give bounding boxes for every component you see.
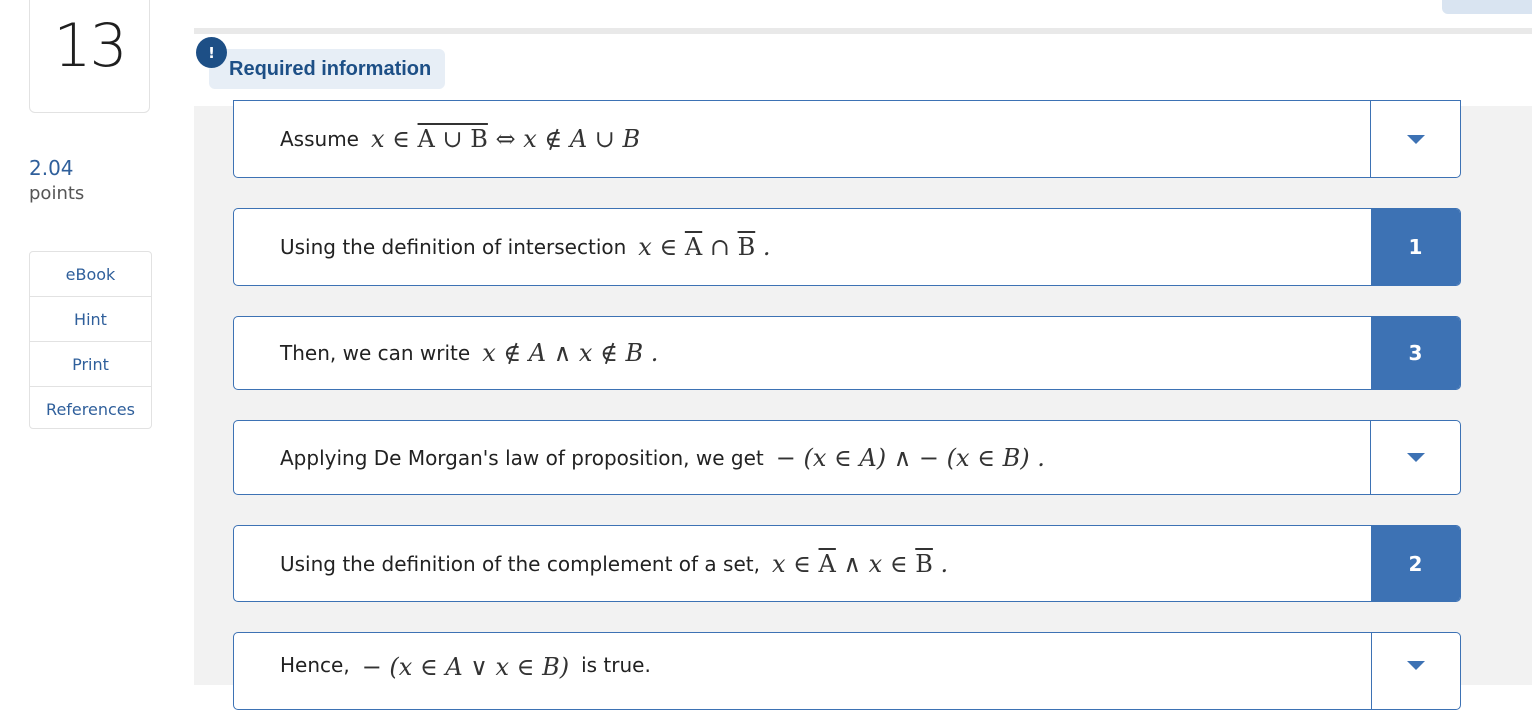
- proof-step-4-text: Applying De Morgan's law of proposition,…: [280, 421, 1360, 494]
- proof-step-6[interactable]: Hence, − (x ∈ A ∨ x ∈ B) is true.: [233, 632, 1461, 710]
- points-label: points: [29, 183, 85, 204]
- step-1-dropdown[interactable]: [1370, 101, 1460, 177]
- proof-step-6-label: Hence,: [280, 653, 350, 677]
- proof-step-5-label: Using the definition of the complement o…: [280, 551, 760, 576]
- proof-step-5-text: Using the definition of the complement o…: [280, 526, 1360, 601]
- proof-step-5[interactable]: Using the definition of the complement o…: [233, 525, 1461, 602]
- hint-link[interactable]: Hint: [30, 297, 151, 342]
- step-4-dropdown[interactable]: [1370, 421, 1460, 494]
- proof-step-3-text: Then, we can write x ∉ A ∧ x ∉ B .: [280, 317, 1360, 389]
- proof-step-2-text: Using the definition of intersection x ∈…: [280, 209, 1360, 285]
- caret-down-icon: [1406, 453, 1425, 462]
- step-5-order-badge[interactable]: 2: [1371, 526, 1460, 601]
- proof-step-2[interactable]: Using the definition of intersection x ∈…: [233, 208, 1461, 286]
- proof-step-1-math: x ∈ A ∪ B ⇔ x ∉ A ∪ B: [370, 125, 641, 153]
- caret-down-icon: [1406, 134, 1425, 144]
- proof-step-1-text: Assume x ∈ A ∪ B ⇔ x ∉ A ∪ B: [280, 101, 1360, 177]
- top-corner-button[interactable]: [1442, 0, 1532, 14]
- references-link[interactable]: References: [30, 387, 151, 431]
- question-number: 13: [53, 11, 127, 81]
- proof-step-2-math: x ∈ A ∩ B .: [638, 233, 771, 261]
- step-2-order-badge[interactable]: 1: [1371, 209, 1460, 285]
- print-link[interactable]: Print: [30, 342, 151, 387]
- step-3-order-badge[interactable]: 3: [1371, 317, 1460, 389]
- required-information-label: Required information: [209, 49, 445, 89]
- proof-step-6-math: − (x ∈ A ∨ x ∈ B): [361, 653, 570, 681]
- proof-step-1[interactable]: Assume x ∈ A ∪ B ⇔ x ∉ A ∪ B: [233, 100, 1461, 178]
- side-nav: eBook Hint Print References: [29, 251, 152, 429]
- proof-step-6-suffix: is true.: [581, 653, 651, 677]
- proof-step-4-label: Applying De Morgan's law of proposition,…: [280, 445, 764, 470]
- step-6-dropdown[interactable]: [1371, 633, 1460, 709]
- points-value: 2.04: [29, 156, 74, 180]
- proof-step-3[interactable]: Then, we can write x ∉ A ∧ x ∉ B . 3: [233, 316, 1461, 390]
- proof-step-4-math: − (x ∈ A) ∧ − (x ∈ B) .: [775, 443, 1045, 472]
- proof-step-3-math: x ∉ A ∧ x ∉ B .: [482, 339, 659, 367]
- ebook-link[interactable]: eBook: [30, 252, 151, 297]
- proof-step-2-label: Using the definition of intersection: [280, 235, 627, 259]
- question-number-box: 13: [29, 0, 150, 113]
- alert-icon: !: [196, 37, 227, 68]
- proof-step-5-math: x ∈ A ∧ x ∈ B .: [771, 549, 949, 578]
- caret-down-icon: [1407, 661, 1425, 670]
- proof-step-4[interactable]: Applying De Morgan's law of proposition,…: [233, 420, 1461, 495]
- proof-step-1-label: Assume: [280, 127, 359, 151]
- proof-step-6-text: Hence, − (x ∈ A ∨ x ∈ B) is true.: [280, 633, 1360, 709]
- proof-step-3-label: Then, we can write: [280, 341, 471, 365]
